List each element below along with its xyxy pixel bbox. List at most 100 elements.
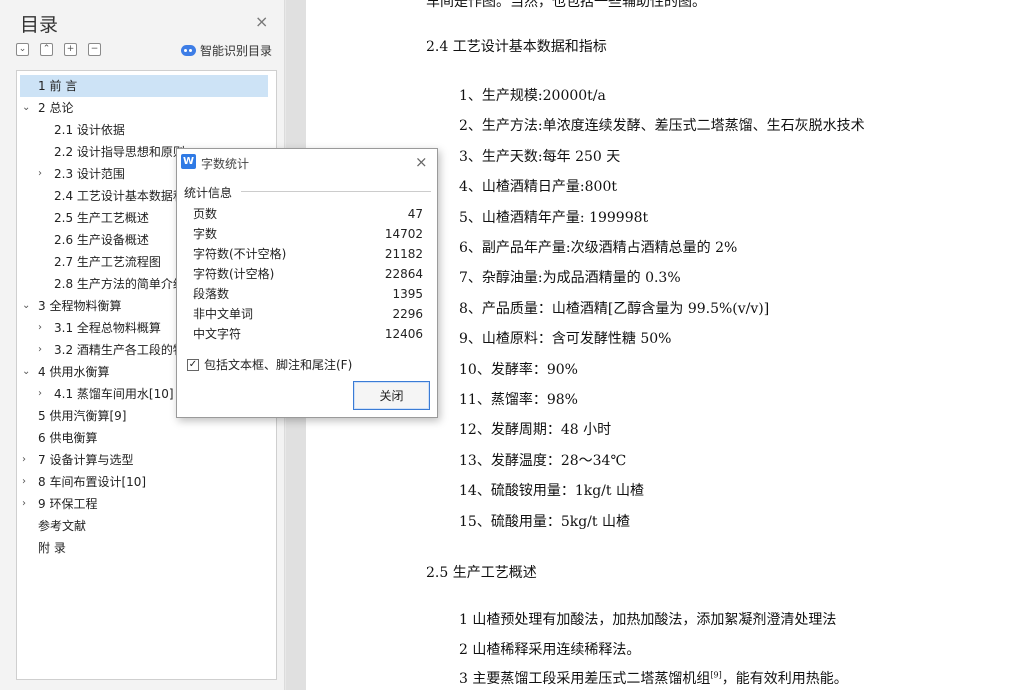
toc-item-label: 4 供用水衡算 bbox=[38, 365, 110, 379]
toc-item-label: 1 前 言 bbox=[38, 79, 78, 93]
doc-list-item: 2 山楂稀释采用连续稀释法。 bbox=[459, 642, 641, 658]
dialog-titlebar[interactable]: W 字数统计 × bbox=[177, 149, 437, 177]
chevron-right-icon[interactable]: › bbox=[38, 317, 42, 339]
wps-logo-icon: W bbox=[181, 154, 196, 169]
remove-heading-icon[interactable]: − bbox=[88, 43, 101, 56]
stat-row: 非中文单词 2296 bbox=[193, 304, 423, 324]
doc-list-item: 11、蒸馏率：98% bbox=[459, 392, 578, 408]
doc-list-item: 15、硫酸用量：5kg/t 山楂 bbox=[459, 513, 630, 530]
citation-sup: [9] bbox=[710, 670, 722, 680]
sidebar-close-icon[interactable]: × bbox=[255, 12, 268, 31]
doc-list-item: 1、生产规模:20000t/a bbox=[459, 88, 606, 104]
chevron-right-icon[interactable]: › bbox=[22, 471, 26, 493]
stat-value: 47 bbox=[407, 207, 423, 221]
include-textbox-checkbox[interactable]: ✓ 包括文本框、脚注和尾注(F) bbox=[187, 356, 352, 373]
toc-item[interactable]: › 9 环保工程 bbox=[17, 493, 276, 515]
toc-item[interactable]: 1 前 言 bbox=[20, 75, 268, 97]
doc-item-text: 3 主要蒸馏工段采用差压式二塔蒸馏机组 bbox=[459, 671, 711, 687]
toc-item-label: 2 总论 bbox=[38, 101, 74, 115]
doc-list-item: 3 主要蒸馏工段采用差压式二塔蒸馏机组[9]，能有效利用热能。 bbox=[459, 668, 848, 688]
doc-list-item: 7、杂醇油量:为成品酒精量的 0.3% bbox=[459, 270, 681, 287]
stat-label: 字符数(不计空格) bbox=[193, 247, 287, 261]
stat-label: 中文字符 bbox=[193, 327, 242, 341]
toc-item-label: 2.1 设计依据 bbox=[54, 123, 125, 137]
stat-row: 字符数(计空格) 22864 bbox=[193, 264, 423, 284]
toc-item[interactable]: 2.1 设计依据 bbox=[17, 119, 276, 141]
toc-item-label: 2.5 生产工艺概述 bbox=[54, 211, 149, 225]
toc-item-label: 2.7 生产工艺流程图 bbox=[54, 255, 161, 269]
chevron-right-icon[interactable]: › bbox=[38, 163, 42, 185]
toc-item-label: 附 录 bbox=[38, 541, 66, 555]
stat-value: 22864 bbox=[384, 267, 423, 281]
chevron-down-icon[interactable]: ⌄ bbox=[22, 361, 30, 383]
checkbox-label: 包括文本框、脚注和尾注(F) bbox=[204, 358, 353, 372]
toc-item[interactable]: ⌄ 2 总论 bbox=[17, 97, 276, 119]
stat-row: 中文字符 12406 bbox=[193, 324, 423, 344]
toc-item-label: 7 设备计算与选型 bbox=[38, 453, 134, 467]
dialog-title: 字数统计 bbox=[201, 157, 250, 171]
toc-item-label: 参考文献 bbox=[38, 519, 87, 533]
toc-item[interactable]: 附 录 bbox=[17, 537, 276, 559]
toc-item-label: 8 车间布置设计[10] bbox=[38, 475, 147, 489]
toc-item-label: 4.1 蒸馏车间用水[10] bbox=[54, 387, 174, 401]
doc-list-item: 9、山楂原料：含可发酵性糖 50% bbox=[459, 331, 672, 348]
stat-value: 12406 bbox=[384, 327, 423, 341]
section-divider bbox=[241, 191, 431, 192]
toc-item-label: 2.2 设计指导思想和原则 bbox=[54, 145, 185, 159]
smart-toc-button[interactable]: 智能识别目录 bbox=[181, 42, 272, 59]
stat-value: 14702 bbox=[384, 227, 423, 241]
stat-row: 页数 47 bbox=[193, 204, 423, 224]
toc-item-label: 3 全程物料衡算 bbox=[38, 299, 122, 313]
doc-list-item: 3、生产天数:每年 250 天 bbox=[459, 148, 621, 165]
ai-robot-icon bbox=[181, 45, 196, 56]
stat-row: 字符数(不计空格) 21182 bbox=[193, 244, 423, 264]
doc-list-item: 6、副产品年产量:次级酒精占酒精总量的 2% bbox=[459, 240, 738, 256]
stats-section-label: 统计信息 bbox=[184, 186, 233, 200]
toc-item-label: 6 供电衡算 bbox=[38, 431, 98, 445]
close-button[interactable]: 关闭 bbox=[353, 381, 430, 410]
toc-item[interactable]: › 7 设备计算与选型 bbox=[17, 449, 276, 471]
checkbox-box[interactable]: ✓ bbox=[187, 358, 199, 371]
doc-item-text-tail: ，能有效利用热能。 bbox=[721, 671, 848, 687]
sidebar-toolbar: ⌄ ⌃ + − bbox=[16, 43, 101, 56]
doc-list-item: 5、山楂酒精年产量: 199998t bbox=[459, 209, 649, 226]
stat-label: 页数 bbox=[193, 207, 218, 221]
toc-item[interactable]: › 8 车间布置设计[10] bbox=[17, 471, 276, 493]
toc-item[interactable]: 参考文献 bbox=[17, 515, 276, 537]
chevron-right-icon[interactable]: › bbox=[38, 339, 42, 361]
doc-partial-line: 车间是作图。当然，也包括一些辅助性的图。 bbox=[426, 0, 706, 10]
section-heading-2-4: 2.4 工艺设计基本数据和指标 bbox=[426, 39, 607, 55]
stat-row: 段落数 1395 bbox=[193, 284, 423, 304]
stat-label: 字数 bbox=[193, 227, 218, 241]
chevron-right-icon[interactable]: › bbox=[22, 449, 26, 471]
doc-list-item: 2、生产方法:单浓度连续发酵、差压式二塔蒸馏、生石灰脱水技术 bbox=[459, 118, 865, 135]
toc-item-label: 9 环保工程 bbox=[38, 497, 98, 511]
toc-item-label: 5 供用汽衡算[9] bbox=[38, 409, 127, 423]
stat-label: 段落数 bbox=[193, 287, 230, 301]
stat-row: 字数 14702 bbox=[193, 224, 423, 244]
chevron-down-icon[interactable]: ⌄ bbox=[22, 97, 30, 119]
chevron-down-icon[interactable]: ⌄ bbox=[22, 295, 30, 317]
chevron-right-icon[interactable]: › bbox=[38, 383, 42, 405]
add-heading-icon[interactable]: + bbox=[64, 43, 77, 56]
stat-value: 21182 bbox=[384, 247, 423, 261]
expand-all-icon[interactable]: ⌃ bbox=[40, 43, 53, 56]
doc-list-item: 1 山楂预处理有加酸法，加热加酸法，添加絮凝剂澄清处理法 bbox=[459, 612, 837, 628]
doc-list-item: 13、发酵温度：28～34℃ bbox=[459, 452, 627, 469]
doc-list-item: 8、产品质量：山楂酒精[乙醇含量为 99.5%(v/v)] bbox=[459, 300, 770, 317]
chevron-right-icon[interactable]: › bbox=[22, 493, 26, 515]
doc-list-item: 10、发酵率：90% bbox=[459, 361, 578, 378]
toc-item-label: 2.6 生产设备概述 bbox=[54, 233, 149, 247]
collapse-all-icon[interactable]: ⌄ bbox=[16, 43, 29, 56]
stat-label: 字符数(计空格) bbox=[193, 267, 275, 281]
dialog-close-icon[interactable]: × bbox=[415, 153, 428, 171]
sidebar-title: 目录 bbox=[20, 14, 59, 36]
doc-list-item: 14、硫酸铵用量：1kg/t 山楂 bbox=[459, 483, 644, 500]
toc-item[interactable]: 6 供电衡算 bbox=[17, 427, 276, 449]
word-count-dialog: W 字数统计 × 统计信息 页数 47 字数 14702 字符数(不计空格) 21182 字… bbox=[176, 148, 438, 418]
section-heading-2-5: 2.5 生产工艺概述 bbox=[426, 565, 537, 581]
toc-item-label: 2.3 设计范围 bbox=[54, 167, 125, 181]
stat-value: 1395 bbox=[392, 287, 423, 301]
doc-list-item: 4、山楂酒精日产量:800t bbox=[459, 179, 617, 196]
toc-item-label: 2.8 生产方法的简单介绍 bbox=[54, 277, 185, 291]
